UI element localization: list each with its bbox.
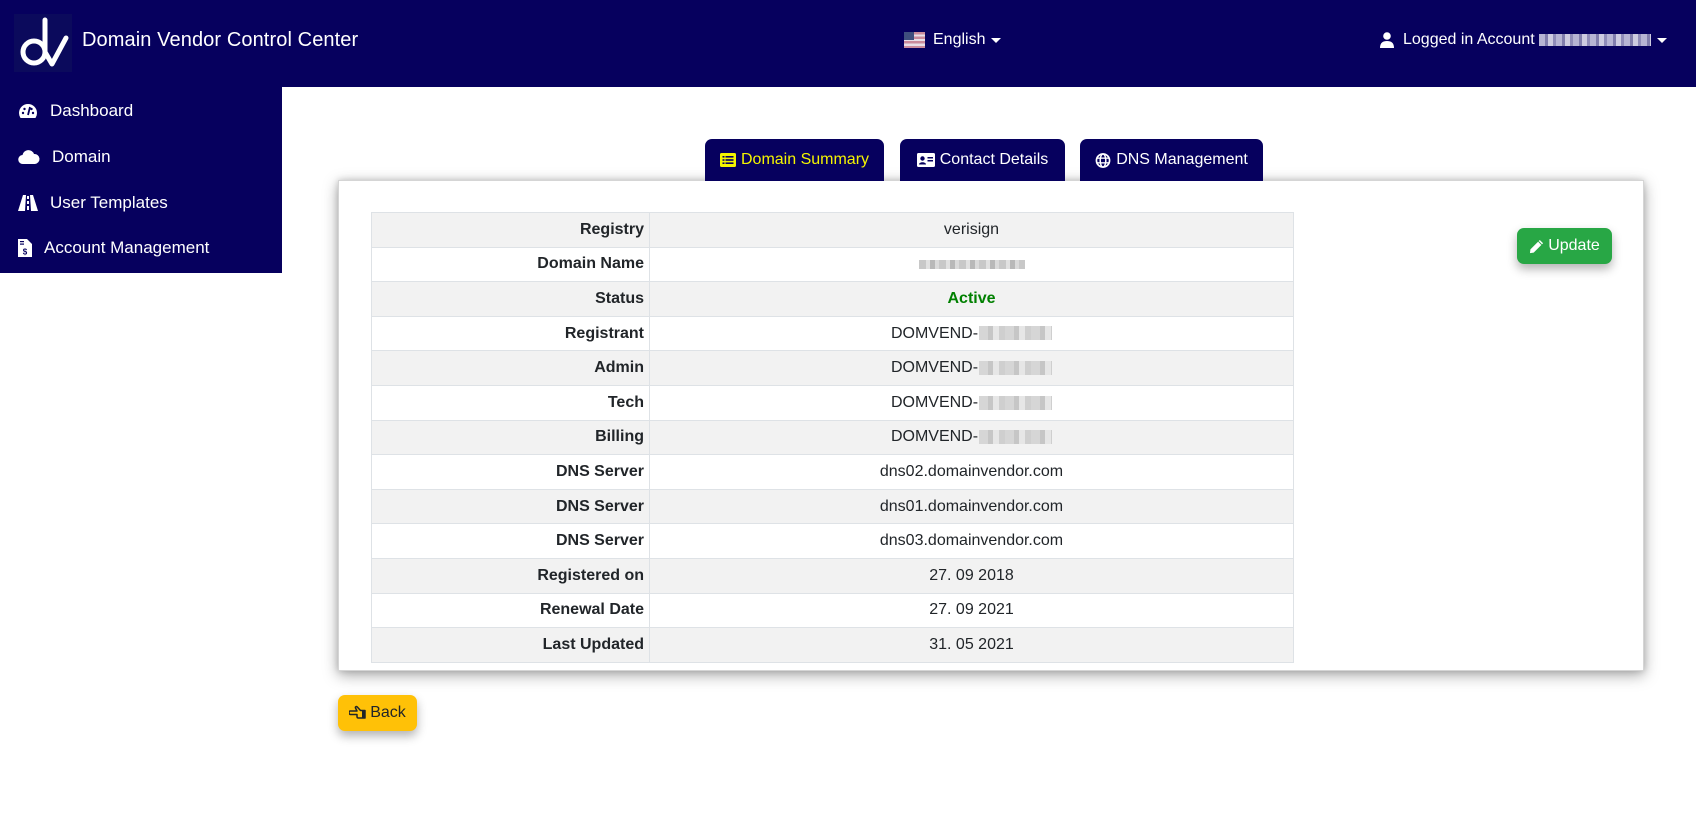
tab-label: Contact Details [939,151,1049,168]
sidebar-item-label: Domain [52,147,111,166]
tachometer-icon [18,104,38,118]
app-title[interactable]: Domain Vendor Control Center [82,29,358,52]
dns-server-value: dns02.domainvendor.com [649,454,1294,490]
dns-server-value: dns01.domainvendor.com [649,488,1294,525]
domain-name-value [649,246,1294,283]
caret-down-icon [991,37,1002,43]
tech-value: DOMVEND- [649,384,1294,421]
account-id-redacted [1538,34,1651,46]
row-label: Admin [371,350,650,386]
account-label: Logged in Account [1403,31,1535,48]
row-label: Renewal Date [371,592,650,629]
us-flag-icon [904,32,925,48]
row-label: Last Updated [371,627,650,663]
contact-handle-redacted [979,395,1053,410]
globe-icon [1095,152,1111,168]
dns-server-value: dns03.domainvendor.com [649,523,1294,559]
contact-handle-redacted [979,360,1053,375]
row-label: DNS Server [371,523,650,559]
sidebar-item-label: Account Management [44,238,210,257]
row-label: DNS Server [371,454,650,490]
domain-summary-table: Registry verisign Domain Name Status Act… [371,212,1294,663]
status-value: Active [649,281,1294,317]
row-label: Domain Name [371,246,650,283]
row-label: DNS Server [371,488,650,525]
sidebar-item-user-templates[interactable]: User Templates [18,193,168,213]
back-label: Back [370,704,406,721]
row-label: Billing [371,419,650,456]
admin-value: DOMVEND- [649,350,1294,386]
sidebar-item-dashboard[interactable]: Dashboard [18,101,133,121]
billing-value: DOMVEND- [649,419,1294,456]
contact-handle-redacted [979,430,1053,445]
sidebar-item-domain[interactable]: Domain [18,147,111,167]
table-row: Registrant DOMVEND- [371,315,1294,352]
table-row: DNS Server dns01.domainvendor.com [371,488,1294,525]
table-row: Registered on 27. 09 2018 [371,557,1294,594]
registered-on-value: 27. 09 2018 [649,557,1294,594]
last-updated-value: 31. 05 2021 [649,627,1294,663]
contact-handle-prefix: DOMVEND- [890,359,979,377]
table-row: Admin DOMVEND- [371,350,1294,386]
contact-handle-redacted [979,326,1053,341]
caret-down-icon [1656,37,1667,43]
table-row: Status Active [371,281,1294,317]
language-label: English [933,31,986,48]
row-label: Tech [371,384,650,421]
contact-handle-prefix: DOMVEND- [890,428,979,446]
table-row: Billing DOMVEND- [371,419,1294,456]
cloud-icon [18,150,40,165]
table-row: Renewal Date 27. 09 2021 [371,592,1294,629]
registry-value: verisign [649,212,1294,248]
status-badge: Active [947,289,996,307]
tab-contact-details[interactable]: Contact Details [900,139,1065,181]
tab-dns-management[interactable]: DNS Management [1080,139,1263,181]
registrant-value: DOMVEND- [649,315,1294,352]
tab-label: Domain Summary [740,151,870,168]
address-card-icon [916,153,935,167]
table-row: Last Updated 31. 05 2021 [371,627,1294,663]
domain-name-redacted [918,259,1025,269]
table-row: DNS Server dns03.domainvendor.com [371,523,1294,559]
sidebar: Dashboard Domain User Templates $ Accoun… [0,87,282,273]
back-button[interactable]: Back [338,695,417,731]
svg-text:$: $ [23,248,28,257]
account-dropdown[interactable]: Logged in Account [1380,31,1667,49]
row-label: Registry [371,212,650,248]
dv-logo-icon[interactable] [14,14,72,72]
update-button[interactable]: Update [1517,228,1612,264]
road-icon [18,195,38,211]
table-row: Registry verisign [371,212,1294,248]
hand-point-left-icon [349,705,366,719]
tab-label: DNS Management [1116,151,1248,168]
sidebar-item-label: Dashboard [50,101,134,120]
list-icon [719,153,736,167]
update-label: Update [1548,237,1600,254]
language-dropdown[interactable]: English [904,31,1002,49]
invoice-dollar-icon: $ [18,239,32,257]
table-row: Tech DOMVEND- [371,384,1294,421]
sidebar-item-label: User Templates [50,193,168,212]
table-row: DNS Server dns02.domainvendor.com [371,454,1294,490]
pencil-icon [1530,239,1544,253]
row-label: Registrant [371,315,650,352]
renewal-date-value: 27. 09 2021 [649,592,1294,629]
table-row: Domain Name [371,246,1294,283]
row-label: Registered on [371,557,650,594]
sidebar-item-account-management[interactable]: $ Account Management [18,238,209,258]
tab-domain-summary[interactable]: Domain Summary [705,139,884,181]
user-icon [1380,32,1394,48]
contact-handle-prefix: DOMVEND- [890,324,979,342]
contact-handle-prefix: DOMVEND- [890,393,979,411]
row-label: Status [371,281,650,317]
top-navbar: Domain Vendor Control Center English Log… [0,0,1696,87]
